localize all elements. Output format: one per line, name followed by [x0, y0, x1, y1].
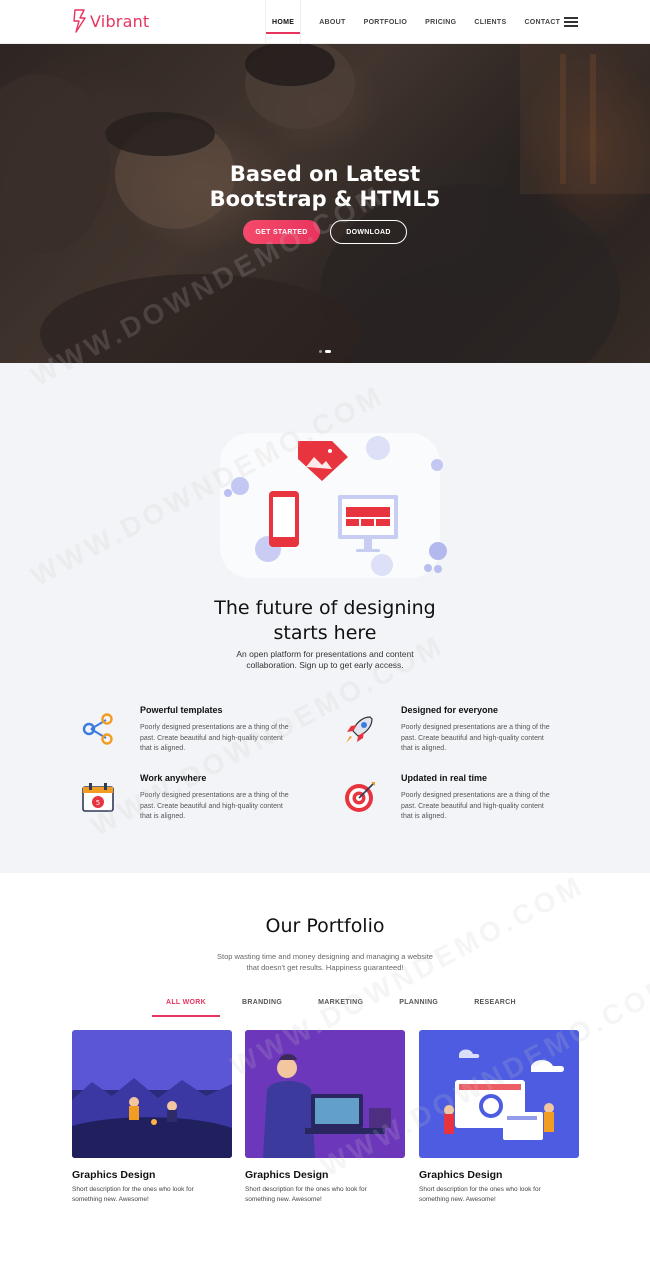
feature-desc: Poorly designed presentations are a thin… [140, 724, 289, 752]
card-desc: Short description for the ones who look … [72, 1186, 194, 1203]
feature-desc: Poorly designed presentations are a thin… [401, 792, 550, 820]
card-desc: Short description for the ones who look … [245, 1186, 367, 1203]
carousel-indicators [0, 350, 650, 353]
feature-item: Powerful templates Poorly designed prese… [140, 705, 330, 755]
feature-title: Updated in real time [401, 773, 488, 783]
portfolio-image-campfire [72, 1030, 232, 1158]
nav-clients[interactable]: CLIENTS [474, 0, 506, 44]
hero-title: Based on Latest Bootstrap & HTML5 [209, 162, 441, 211]
brand-name: Vibrant [90, 11, 150, 31]
nav-about[interactable]: ABOUT [319, 0, 345, 44]
hero-buttons: GET STARTED DOWNLOAD [0, 220, 650, 244]
tab-research[interactable]: RESEARCH [460, 999, 530, 1017]
download-button[interactable]: DOWNLOAD [330, 220, 407, 244]
carousel-dot[interactable] [319, 350, 322, 353]
feature-item: Updated in real time Poorly designed pre… [401, 773, 591, 823]
portfolio-card[interactable]: Graphics Design Short description for th… [72, 1030, 232, 1204]
top-navbar: Vibrant HOME ABOUT PORTFOLIO PRICING CLI… [0, 0, 650, 44]
card-desc: Short description for the ones who look … [419, 1186, 541, 1203]
portfolio-section: Our Portfolio Stop wasting time and mone… [0, 873, 650, 1267]
get-started-button[interactable]: GET STARTED [243, 220, 320, 244]
rocket-icon [346, 716, 373, 743]
features-title: The future of designing starts here [214, 597, 436, 644]
nav-pricing[interactable]: PRICING [425, 0, 456, 44]
feature-title: Powerful templates [140, 705, 223, 715]
svg-text:5: 5 [96, 799, 100, 807]
portfolio-title: Our Portfolio [265, 915, 385, 937]
feature-desc: Poorly designed presentations are a thin… [140, 792, 289, 820]
portfolio-image-dashboard [419, 1030, 579, 1158]
nav-home[interactable]: HOME [265, 0, 302, 44]
hamburger-icon[interactable] [564, 17, 578, 27]
card-title[interactable]: Graphics Design [419, 1169, 579, 1181]
feature-item: Designed for everyone Poorly designed pr… [401, 705, 591, 755]
portfolio-filter-tabs: ALL WORK BRANDING MARKETING PLANNING RES… [152, 999, 538, 1017]
features-section: The future of designing starts here An o… [0, 363, 650, 873]
portfolio-subtitle: Stop wasting time and money designing an… [217, 952, 433, 972]
feature-title: Work anywhere [140, 773, 207, 783]
tab-branding[interactable]: BRANDING [228, 999, 296, 1017]
portfolio-card[interactable]: Graphics Design Short description for th… [245, 1030, 405, 1204]
main-nav: HOME ABOUT PORTFOLIO PRICING CLIENTS CON… [265, 0, 578, 44]
nav-contact[interactable]: CONTACT [524, 0, 560, 44]
tab-all-work[interactable]: ALL WORK [152, 999, 220, 1017]
portfolio-image-laptop [245, 1030, 405, 1158]
card-title[interactable]: Graphics Design [245, 1169, 405, 1181]
portfolio-card[interactable]: Graphics Design Short description for th… [419, 1030, 579, 1204]
feature-item: Work anywhere Poorly designed presentati… [140, 773, 330, 823]
hero-banner: Based on Latest Bootstrap & HTML5 GET ST… [0, 44, 650, 363]
feature-title: Designed for everyone [401, 705, 499, 715]
lightning-bolt-icon [73, 9, 86, 33]
calendar-icon: 5 [82, 783, 114, 812]
share-nodes-icon [82, 713, 113, 745]
tab-planning[interactable]: PLANNING [385, 999, 452, 1017]
devices-illustration [220, 433, 447, 578]
feature-desc: Poorly designed presentations are a thin… [401, 724, 550, 752]
tab-marketing[interactable]: MARKETING [304, 999, 377, 1017]
carousel-dot-active[interactable] [325, 350, 331, 353]
nav-portfolio[interactable]: PORTFOLIO [364, 0, 408, 44]
card-title[interactable]: Graphics Design [72, 1169, 232, 1181]
features-subtitle: An open platform for presentations and c… [236, 649, 414, 670]
brand-logo[interactable]: Vibrant [72, 9, 149, 33]
target-icon [345, 782, 375, 812]
